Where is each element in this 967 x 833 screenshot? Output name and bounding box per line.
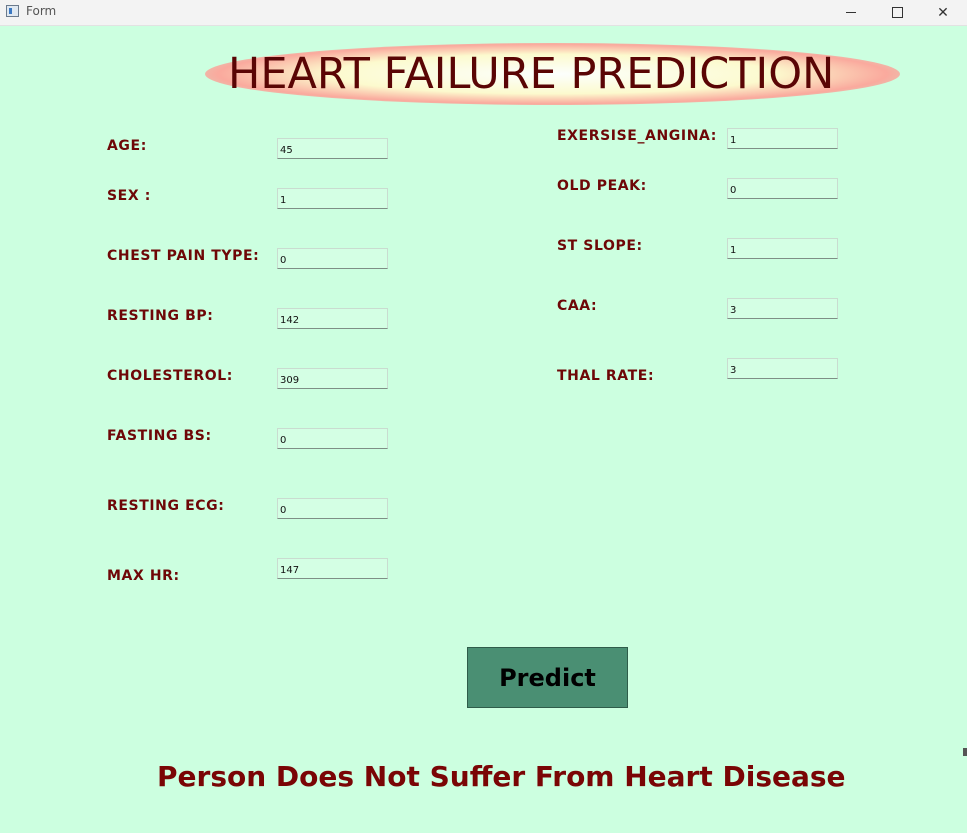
resting-ecg-input[interactable] xyxy=(277,498,388,519)
caa-input[interactable] xyxy=(727,298,838,319)
chest-pain-type-input[interactable] xyxy=(277,248,388,269)
resting-bp-label: RESTING BP: xyxy=(107,308,214,324)
fasting-bs-label: FASTING BS: xyxy=(107,428,212,444)
max-hr-label: MAX HR: xyxy=(107,568,180,584)
age-label: AGE: xyxy=(107,138,147,154)
prediction-result: Person Does Not Suffer From Heart Diseas… xyxy=(157,760,846,793)
fasting-bs-input[interactable] xyxy=(277,428,388,449)
window-titlebar: Form ✕ xyxy=(0,0,967,26)
age-input[interactable] xyxy=(277,138,388,159)
minimize-button[interactable] xyxy=(828,0,874,25)
exercise-angina-label: EXERSISE_ANGINA: xyxy=(557,128,717,144)
close-button[interactable]: ✕ xyxy=(920,0,966,25)
resting-ecg-label: RESTING ECG: xyxy=(107,498,225,514)
thal-rate-input[interactable] xyxy=(727,358,838,379)
old-peak-label: OLD PEAK: xyxy=(557,178,647,194)
exercise-angina-input[interactable] xyxy=(727,128,838,149)
caa-label: CAA: xyxy=(557,298,598,314)
st-slope-input[interactable] xyxy=(727,238,838,259)
window-edge-marker xyxy=(963,748,967,756)
maximize-button[interactable] xyxy=(874,0,920,25)
resting-bp-input[interactable] xyxy=(277,308,388,329)
st-slope-label: ST SLOPE: xyxy=(557,238,643,254)
cholesterol-label: CHOLESTEROL: xyxy=(107,368,233,384)
page-title: HEART FAILURE PREDICTION xyxy=(228,49,835,99)
maximize-icon xyxy=(891,7,903,18)
chest-pain-type-label: CHEST PAIN TYPE: xyxy=(107,248,260,264)
cholesterol-input[interactable] xyxy=(277,368,388,389)
old-peak-input[interactable] xyxy=(727,178,838,199)
close-icon: ✕ xyxy=(937,4,949,21)
app-icon xyxy=(6,5,19,17)
minimize-icon xyxy=(846,12,856,13)
sex-label: SEX : xyxy=(107,188,151,204)
predict-button[interactable]: Predict xyxy=(467,647,628,708)
predict-button-label: Predict xyxy=(499,663,596,692)
sex-input[interactable] xyxy=(277,188,388,209)
window-title: Form xyxy=(26,4,57,18)
thal-rate-label: THAL RATE: xyxy=(557,368,655,384)
max-hr-input[interactable] xyxy=(277,558,388,579)
